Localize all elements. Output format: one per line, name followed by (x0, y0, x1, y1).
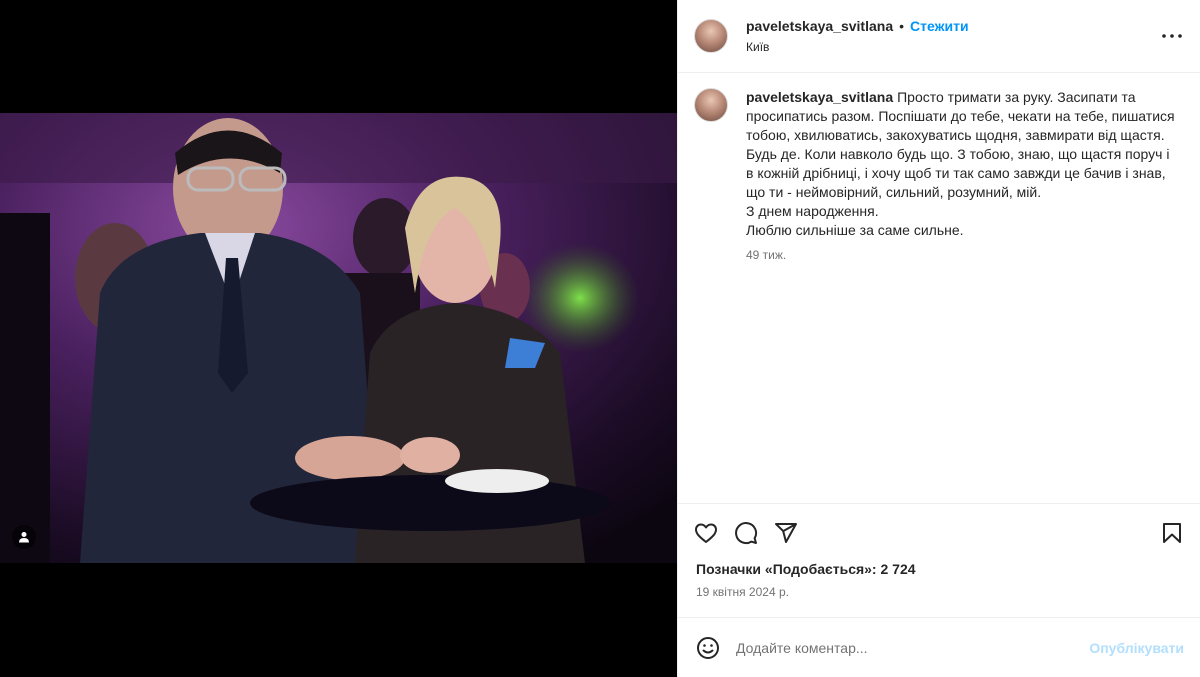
action-bar (678, 503, 1200, 561)
heart-icon[interactable] (690, 517, 722, 549)
caption-username-link[interactable]: paveletskaya_svitlana (746, 89, 893, 105)
avatar[interactable] (694, 19, 728, 53)
bookmark-icon[interactable] (1156, 517, 1188, 549)
photo-illustration (0, 113, 677, 563)
location-link[interactable]: Київ (746, 40, 969, 54)
likes-count[interactable]: Позначки «Подобається»: 2 724 (678, 561, 1200, 583)
header-text: paveletskaya_svitlana • Стежити Київ (746, 18, 969, 54)
comment-icon[interactable] (730, 517, 762, 549)
caption-area: paveletskaya_svitlana Просто тримати за р… (678, 73, 1200, 503)
post-date: 19 квітня 2024 р. (696, 585, 789, 599)
post-photo[interactable] (0, 113, 677, 563)
share-icon[interactable] (770, 517, 802, 549)
post-header: paveletskaya_svitlana • Стежити Київ (678, 0, 1200, 73)
post-side-panel: paveletskaya_svitlana • Стежити Київ pav… (677, 0, 1200, 677)
separator-dot: • (899, 18, 905, 34)
emoji-icon[interactable] (694, 634, 722, 662)
post-media (0, 0, 677, 677)
caption-text: Просто тримати за руку. Засипати та прос… (746, 89, 1175, 238)
comment-composer: Опублікувати (678, 617, 1200, 677)
post-modal: paveletskaya_svitlana • Стежити Київ pav… (0, 0, 1200, 677)
follow-button[interactable]: Стежити (910, 18, 969, 34)
caption: paveletskaya_svitlana Просто тримати за р… (694, 88, 1184, 265)
post-time[interactable]: 49 тиж. (746, 246, 1176, 265)
caption-avatar[interactable] (694, 88, 728, 122)
user-tag-icon[interactable] (12, 525, 36, 549)
username-link[interactable]: paveletskaya_svitlana (746, 18, 893, 34)
publish-button[interactable]: Опублікувати (1089, 640, 1184, 656)
comment-input[interactable] (736, 639, 1090, 656)
more-options-icon[interactable] (1160, 24, 1184, 48)
caption-body: paveletskaya_svitlana Просто тримати за р… (746, 88, 1176, 265)
